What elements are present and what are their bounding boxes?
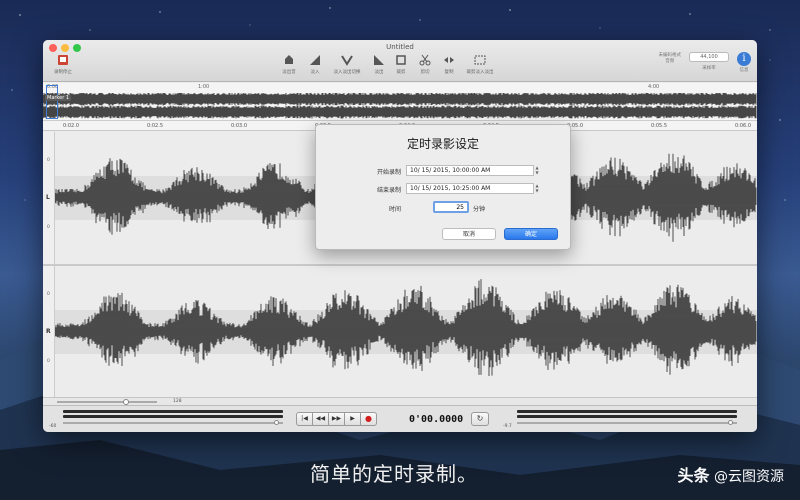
zoom-value[interactable]: 128 bbox=[173, 399, 182, 404]
ruler-tick: 0:02.5 bbox=[147, 123, 163, 129]
tool-label: 裁剪 bbox=[396, 70, 406, 75]
transport-bar: -60 |◀ ◀◀ ▶▶ ▶ ● 0'00.0000 ↻ -9.7 bbox=[43, 405, 757, 432]
watermark-handle: @云图资源 bbox=[714, 469, 784, 485]
track-right[interactable]: 0 R 0 bbox=[43, 266, 757, 398]
toolbar: Untitled 录制停止 淡出音 淡入 淡入淡出切换 淡出 裁剪 剪切 复制 … bbox=[43, 40, 757, 82]
tool-trim-fade[interactable]: 裁剪淡入淡出 bbox=[463, 54, 497, 75]
level-meter-left bbox=[63, 410, 283, 425]
crossfade-icon bbox=[341, 55, 353, 66]
duration-unit: 分钟 bbox=[473, 206, 486, 213]
marker-label[interactable]: Marker 1 bbox=[45, 95, 72, 101]
loop-icon: ↻ bbox=[476, 414, 484, 423]
waveform-right bbox=[55, 279, 757, 376]
left-level-label: -60 bbox=[49, 424, 57, 429]
ruler-tick: 0:02.0 bbox=[63, 123, 79, 129]
format-readout: 未编码格式 音频 bbox=[659, 52, 682, 64]
slider-knob[interactable] bbox=[728, 420, 733, 425]
ruler-tick: 4:00 bbox=[648, 84, 660, 90]
zoom-slider[interactable] bbox=[57, 401, 157, 403]
overview-waveform bbox=[43, 93, 757, 119]
overview-waveform-path bbox=[43, 93, 757, 119]
channel-tick: 0 bbox=[47, 158, 50, 163]
caption-text: 简单的定时录制。 bbox=[310, 462, 478, 486]
waveform-path bbox=[55, 279, 757, 376]
tool-label: 淡入淡出切换 bbox=[333, 70, 361, 75]
watermark: 头条 @云图资源 bbox=[678, 462, 784, 486]
silence-icon bbox=[285, 55, 293, 64]
channel-label: L bbox=[46, 194, 50, 201]
loop-button[interactable]: ↻ bbox=[471, 412, 489, 426]
time-display: 0'00.0000 bbox=[409, 414, 464, 425]
meter-bar bbox=[517, 410, 737, 413]
ruler-tick: 1:00 bbox=[198, 84, 210, 90]
tool-label: 剪切 bbox=[420, 70, 430, 75]
tool-label: 复制 bbox=[444, 70, 454, 75]
transport-controls: |◀ ◀◀ ▶▶ ▶ ● bbox=[296, 412, 377, 426]
level-meter-right bbox=[517, 410, 737, 425]
start-datetime-field[interactable]: 10/ 15/ 2015, 10:00:00 AM bbox=[406, 165, 534, 176]
overview-selection[interactable] bbox=[46, 85, 58, 119]
dialog-title: 定时录影设定 bbox=[406, 137, 479, 151]
end-stepper[interactable]: ▲ ▼ bbox=[534, 183, 540, 194]
duration-input[interactable]: 25 bbox=[433, 201, 469, 213]
channel-tick: 0 bbox=[47, 359, 50, 364]
end-label: 结束录制 bbox=[376, 187, 401, 194]
trim-icon bbox=[396, 55, 406, 65]
output-volume-slider[interactable] bbox=[517, 420, 737, 425]
slider-knob[interactable] bbox=[274, 420, 279, 425]
schedule-dialog: 定时录影设定 开始录制 10/ 15/ 2015, 10:00:00 AM ▲ ▼… bbox=[315, 124, 571, 250]
ruler-tick: 0:03.0 bbox=[231, 123, 247, 129]
meter-bar bbox=[63, 410, 283, 413]
sample-rate-control: 44,100 采样率 bbox=[689, 52, 729, 71]
watermark-brand: 头条 bbox=[677, 466, 710, 485]
tool-fade-silence[interactable]: 淡出音 bbox=[275, 54, 303, 75]
record-button[interactable]: ● bbox=[360, 412, 377, 426]
right-level-label: -9.7 bbox=[503, 424, 512, 429]
tool-label: 淡出 bbox=[374, 70, 384, 75]
tool-crossfade[interactable]: 淡入淡出切换 bbox=[333, 54, 361, 75]
scissors-icon bbox=[419, 54, 431, 66]
channel-tick: 0 bbox=[47, 225, 50, 230]
tool-label: 淡入 bbox=[310, 70, 320, 75]
channel-label: R bbox=[46, 328, 51, 335]
app-window: Untitled 录制停止 淡出音 淡入 淡入淡出切换 淡出 裁剪 剪切 复制 … bbox=[43, 40, 757, 432]
info-icon: i bbox=[737, 52, 751, 66]
trim-fade-icon bbox=[474, 55, 486, 65]
tool-label: 淡出音 bbox=[282, 70, 296, 75]
end-datetime-field[interactable]: 10/ 15/ 2015, 10:25:00 AM bbox=[406, 183, 534, 194]
tool-label: 裁剪淡入淡出 bbox=[466, 70, 494, 75]
meter-bar bbox=[63, 415, 283, 418]
record-stop-label: 录制停止 bbox=[54, 70, 72, 75]
ruler-tick: 0:06.0 bbox=[735, 123, 751, 129]
rewind-start-button[interactable]: |◀ bbox=[296, 412, 313, 426]
fade-out-icon bbox=[374, 55, 384, 65]
start-label: 开始录制 bbox=[376, 169, 401, 176]
fast-forward-button[interactable]: ▶▶ bbox=[328, 412, 345, 426]
input-volume-slider[interactable] bbox=[63, 420, 283, 425]
record-stop-button[interactable]: 录制停止 bbox=[49, 54, 77, 75]
channel-tick: 0 bbox=[47, 292, 50, 297]
info-label: 信息 bbox=[739, 68, 749, 73]
window-title: Untitled bbox=[386, 43, 414, 51]
ruler-tick: 0:05.5 bbox=[651, 123, 667, 129]
duration-label: 时间 bbox=[388, 206, 401, 213]
record-icon bbox=[58, 55, 68, 65]
fade-in-icon bbox=[310, 55, 320, 65]
rewind-button[interactable]: ◀◀ bbox=[312, 412, 329, 426]
toolbar-right-group: 未编码格式 音频 44,100 采样率 i 信息 bbox=[659, 52, 751, 73]
ok-button[interactable]: 确定 bbox=[504, 228, 558, 240]
cancel-button[interactable]: 取消 bbox=[442, 228, 496, 240]
zoom-bar: 128 bbox=[43, 397, 757, 405]
start-stepper[interactable]: ▲ ▼ bbox=[534, 165, 540, 176]
tool-fade-in[interactable]: 淡入 bbox=[301, 54, 329, 75]
meter-bar bbox=[517, 415, 737, 418]
copy-icon bbox=[444, 57, 454, 63]
tool-copy[interactable]: 复制 bbox=[435, 54, 463, 75]
play-button[interactable]: ▶ bbox=[344, 412, 361, 426]
sample-rate-label: 采样率 bbox=[702, 66, 716, 71]
info-button[interactable]: i 信息 bbox=[737, 52, 751, 73]
overview-ruler: 0:00 1:00 4:00 bbox=[43, 83, 757, 91]
sample-rate-select[interactable]: 44,100 bbox=[689, 52, 729, 62]
format-bottom-label: 音频 bbox=[665, 59, 675, 64]
